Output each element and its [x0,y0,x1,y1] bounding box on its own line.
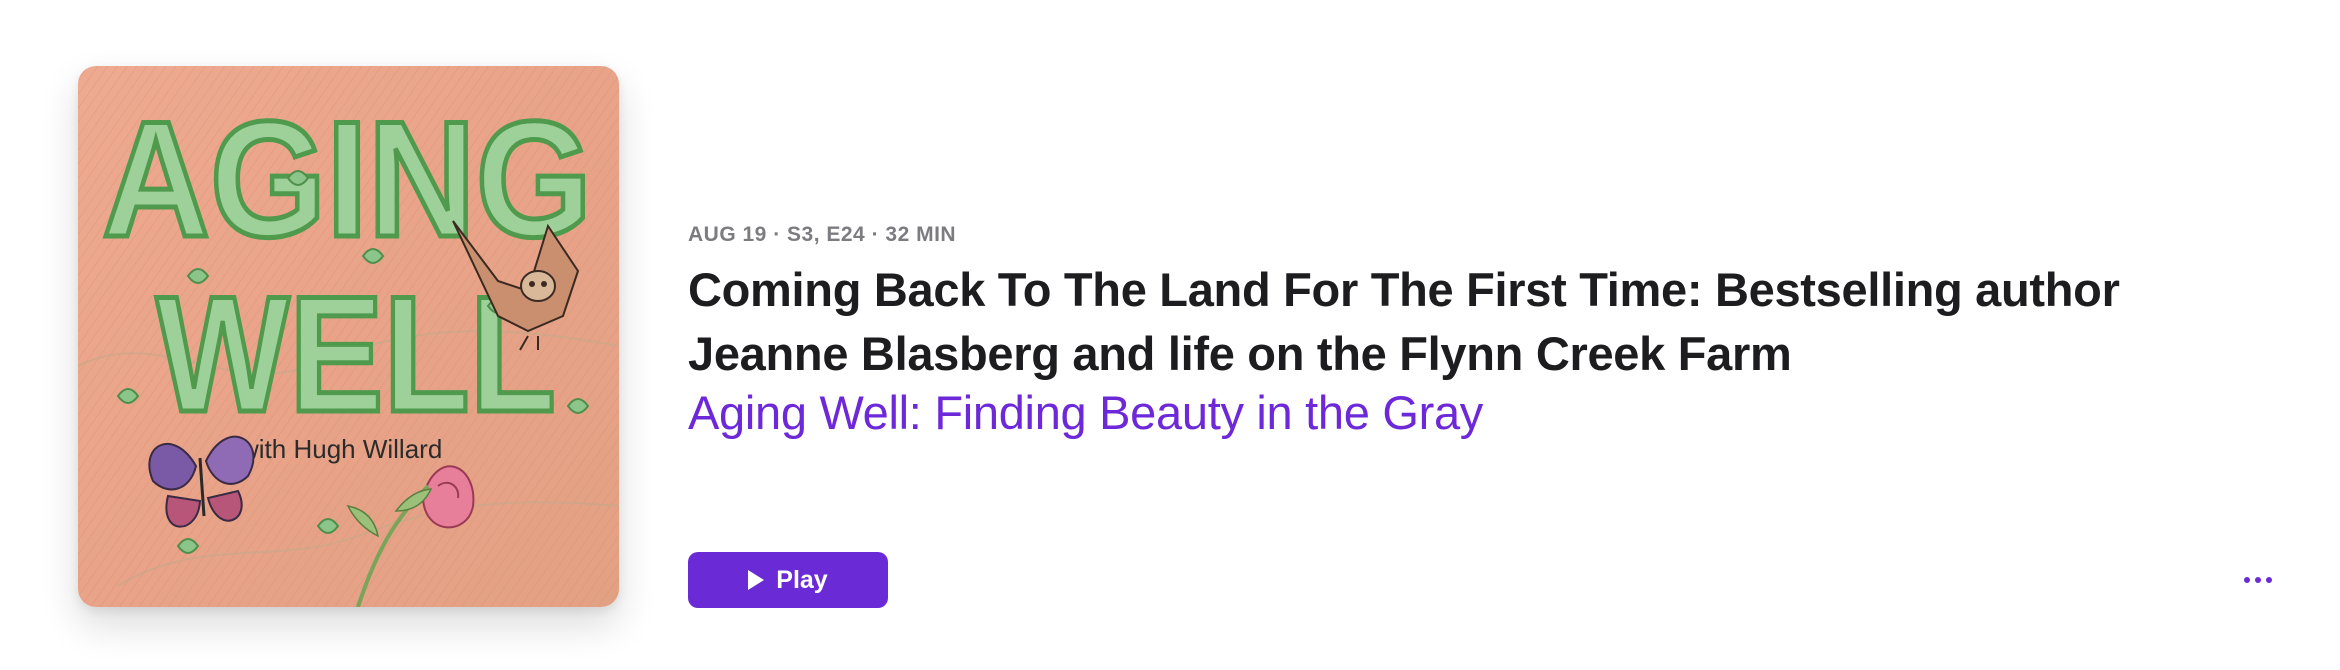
artwork-byline: with Hugh Willard [239,434,442,464]
podcast-artwork[interactable]: AGING WELL with Hugh Willard [78,66,619,607]
play-icon [748,570,765,590]
episode-title: Coming Back To The Land For The First Ti… [688,263,2120,380]
artwork-image: AGING WELL with Hugh Willard [78,66,619,607]
ellipsis-icon [2244,577,2250,583]
artwork-logo-line1: AGING [102,87,592,271]
episode-header: AGING WELL with Hugh Willard AUG 19 · S3… [0,0,2340,670]
episode-meta: AUG 19 · S3, E24 · 32 MIN [688,223,957,246]
ellipsis-icon [2255,577,2261,583]
ellipsis-icon [2266,577,2272,583]
artwork-logo: AGING WELL with Hugh Willard [100,85,595,465]
show-name-link[interactable]: Aging Well: Finding Beauty in the Gray [688,382,1483,444]
play-button[interactable]: Play [688,552,888,608]
more-options-button[interactable] [2232,562,2284,598]
play-button-label: Play [776,565,828,594]
episode-details: AUG 19 · S3, E24 · 32 MIN Coming Back To… [688,222,2248,444]
